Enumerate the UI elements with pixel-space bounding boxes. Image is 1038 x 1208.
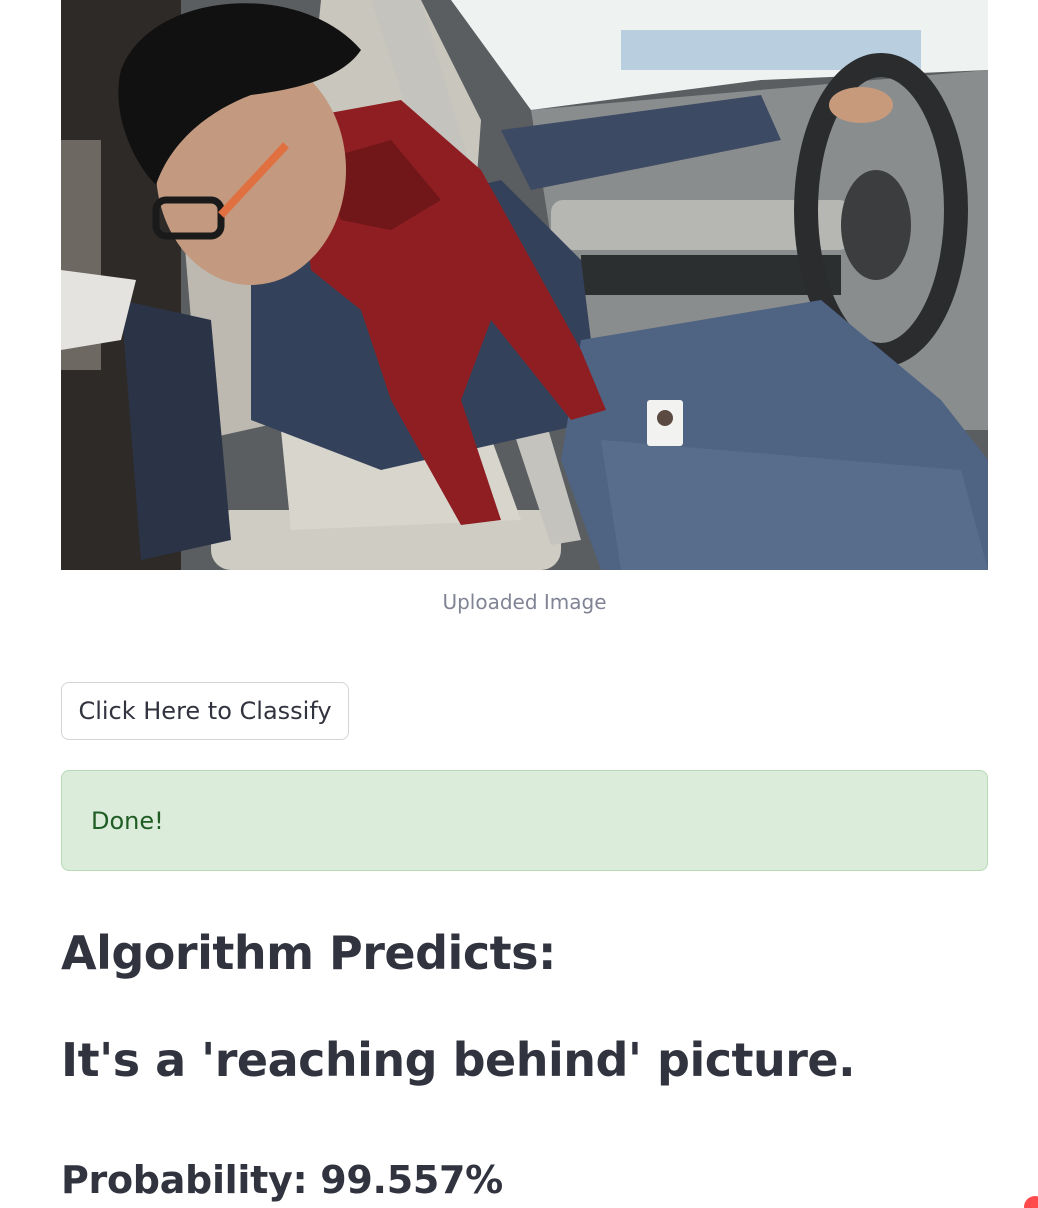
classify-button[interactable]: Click Here to Classify <box>61 682 349 740</box>
success-alert: Done! <box>61 770 988 871</box>
app-page: Uploaded Image Click Here to Classify Do… <box>0 0 1038 1208</box>
status-indicator-icon <box>1024 1196 1038 1208</box>
probability-heading: Probability: 99.557% <box>61 1158 503 1202</box>
prediction-heading: It's a 'reaching behind' picture. <box>61 1033 856 1087</box>
predicts-heading: Algorithm Predicts: <box>61 926 556 980</box>
uploaded-image <box>61 0 988 570</box>
image-caption: Uploaded Image <box>442 590 607 614</box>
success-message: Done! <box>91 806 164 835</box>
